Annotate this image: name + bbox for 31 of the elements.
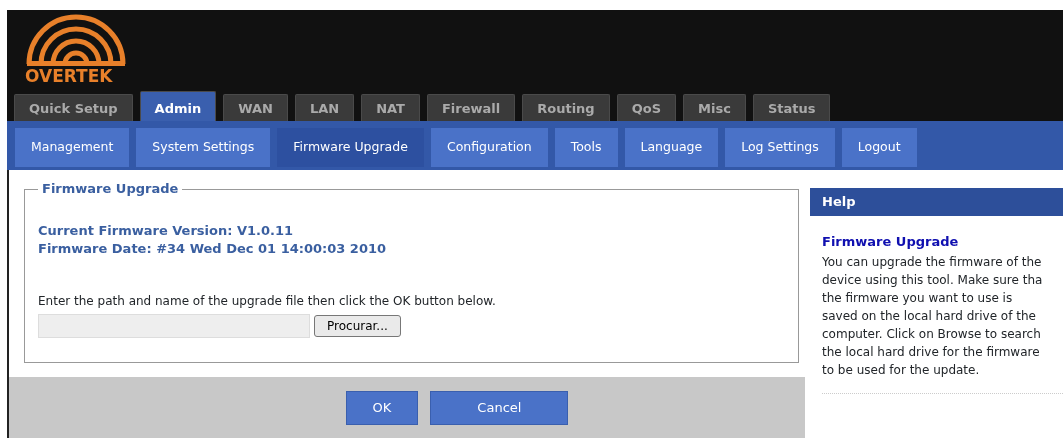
logo-text: OVERTEK (25, 68, 113, 85)
main-tab[interactable]: NAT (361, 94, 420, 121)
main-tab[interactable]: WAN (223, 94, 288, 121)
main-tab[interactable]: Admin (139, 91, 217, 121)
sub-tab[interactable]: Language (624, 128, 719, 167)
sub-tab[interactable]: Log Settings (725, 128, 835, 167)
sub-tab[interactable]: System Settings (136, 128, 271, 167)
main-tab[interactable]: Firewall (427, 94, 516, 121)
browse-button[interactable]: Procurar... (314, 315, 401, 337)
cancel-button[interactable]: Cancel (430, 390, 569, 425)
help-title: Firmware Upgrade (822, 232, 960, 251)
instruction-text: Enter the path and name of the upgrade file then click the OK button below. (38, 293, 497, 310)
help-header: Help (810, 188, 1063, 216)
sub-tab[interactable]: Configuration (430, 128, 548, 167)
ok-button[interactable]: OK (345, 390, 419, 425)
main-tab[interactable]: Misc (683, 94, 746, 121)
firmware-version: Current Firmware Version: V1.0.11 (38, 222, 295, 240)
section-title: Firmware Upgrade (41, 180, 180, 198)
sub-tab[interactable]: Logout (841, 128, 917, 167)
firmware-date: Firmware Date: #34 Wed Dec 01 14:00:03 2010 (38, 240, 388, 258)
help-text: You can upgrade the firmware of the device using this tool. Make sure tha the firmware you want to use is saved on the local hard drive of the computer. Click on Browse to search the local hard drive for the firmware to be used for the update. (822, 254, 1044, 379)
file-path-field[interactable] (38, 314, 310, 338)
main-tab[interactable]: QoS (616, 94, 677, 121)
logo-icon (25, 12, 127, 66)
main-tab[interactable]: Routing (522, 94, 610, 121)
sub-tab[interactable]: Firmware Upgrade (277, 128, 424, 167)
sub-tab[interactable]: Management (15, 128, 130, 167)
main-tab[interactable]: Status (752, 94, 831, 121)
main-tab[interactable]: Quick Setup (14, 94, 133, 121)
main-tab[interactable]: LAN (294, 94, 355, 121)
sub-tab[interactable]: Tools (554, 128, 618, 167)
